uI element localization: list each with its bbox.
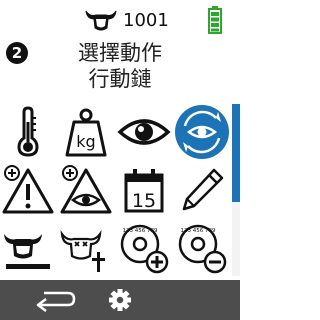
weight-kg-icon: kg bbox=[65, 108, 107, 157]
action-thermometer[interactable] bbox=[0, 104, 56, 160]
tag-number-label: 123 456 789 bbox=[181, 228, 216, 234]
action-add-observation-alert[interactable] bbox=[58, 162, 114, 218]
action-calendar[interactable]: 15 bbox=[116, 162, 172, 218]
thermometer-icon bbox=[17, 106, 39, 157]
scrollbar-thumb[interactable] bbox=[232, 104, 240, 202]
back-button[interactable] bbox=[30, 284, 80, 316]
eye-refresh-icon bbox=[175, 105, 229, 159]
action-edit[interactable] bbox=[174, 162, 230, 218]
bottom-bar bbox=[0, 280, 240, 320]
animal-id: 1001 bbox=[123, 10, 169, 31]
tag-remove-icon: 123 456 789 bbox=[178, 224, 227, 274]
eye-alert-plus-icon bbox=[60, 165, 112, 214]
action-remove-tag[interactable]: 123 456 789 bbox=[174, 220, 230, 276]
header: 2 選擇動作 行動鏈 bbox=[0, 38, 240, 96]
status-bar: 1001 bbox=[0, 0, 240, 40]
gear-icon bbox=[109, 289, 131, 311]
action-observe-repeat[interactable] bbox=[174, 104, 230, 160]
tag-number-label: 123 456 789 bbox=[123, 228, 158, 234]
action-remove-animal[interactable] bbox=[0, 220, 56, 276]
action-observe[interactable] bbox=[116, 104, 172, 160]
cow-dead-icon bbox=[60, 230, 105, 272]
calendar-day-label: 15 bbox=[132, 190, 156, 212]
action-add-alert[interactable] bbox=[0, 162, 56, 218]
weight-kg-label: kg bbox=[76, 132, 95, 151]
cow-remove-icon bbox=[4, 234, 50, 269]
eye-icon bbox=[117, 119, 171, 145]
cow-head-icon bbox=[85, 10, 117, 31]
battery-icon bbox=[208, 6, 222, 34]
pencil-icon bbox=[182, 168, 224, 211]
page-subtitle: 行動鏈 bbox=[88, 67, 152, 91]
scrollbar[interactable] bbox=[232, 104, 240, 276]
back-arrow-icon bbox=[36, 291, 76, 312]
action-grid: kg 15 123 456 789 123 456 789 bbox=[0, 104, 232, 278]
settings-button[interactable] bbox=[106, 286, 134, 314]
action-add-tag[interactable]: 123 456 789 bbox=[116, 220, 172, 276]
action-weigh[interactable]: kg bbox=[58, 104, 114, 160]
calendar-icon: 15 bbox=[124, 169, 164, 213]
tag-add-icon: 123 456 789 bbox=[120, 224, 169, 274]
page-title: 選擇動作 bbox=[78, 41, 162, 65]
action-animal-dead[interactable] bbox=[58, 220, 114, 276]
alert-plus-icon bbox=[2, 165, 54, 214]
